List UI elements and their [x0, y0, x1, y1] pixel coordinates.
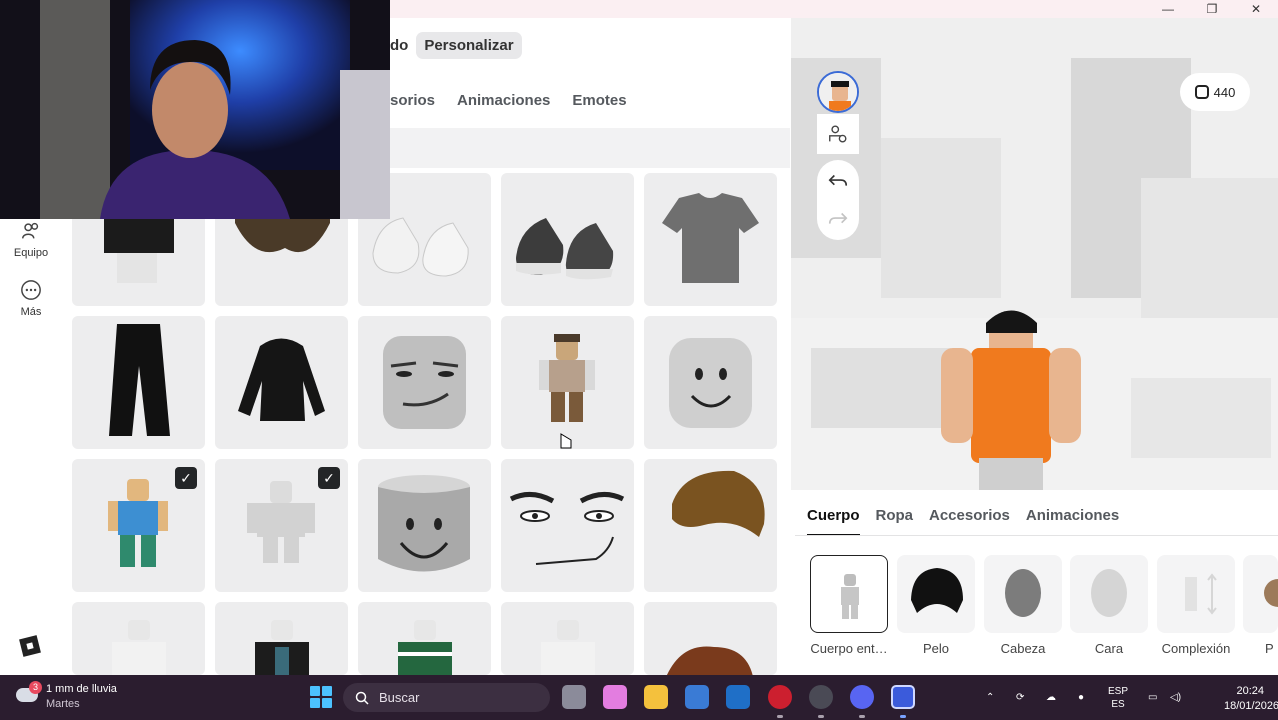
outfit-icon	[22, 222, 39, 239]
notification-badge: 3	[29, 681, 42, 694]
clock[interactable]: 20:24 18/01/2026	[1224, 684, 1278, 714]
item-black-pants[interactable]	[72, 316, 205, 449]
subcategory-bar	[390, 128, 790, 168]
checkmark-icon[interactable]: ✓	[175, 467, 197, 489]
body-item-pelo[interactable]	[897, 555, 975, 633]
microphone-icon[interactable]: ●	[1078, 675, 1084, 720]
tab-divider	[795, 535, 1278, 536]
store-icon[interactable]	[685, 685, 709, 709]
avatar-headshot[interactable]	[817, 71, 859, 113]
undo-redo-group	[817, 160, 859, 240]
body-item-cabeza[interactable]	[984, 555, 1062, 633]
item-white-avatar-1[interactable]	[72, 602, 205, 675]
item-man-face[interactable]	[501, 459, 634, 592]
search-placeholder: Buscar	[379, 690, 420, 705]
tab-animaciones[interactable]: Animaciones	[1026, 507, 1119, 536]
body-item-label: P	[1265, 641, 1274, 656]
robux-amount: 440	[1213, 84, 1236, 100]
robux-balance[interactable]: 440	[1180, 73, 1250, 111]
redo-icon[interactable]	[827, 208, 849, 230]
item-brown-hair[interactable]	[644, 459, 777, 592]
language-code: ESP	[1108, 685, 1129, 697]
clock-date: 18/01/2026	[1224, 700, 1278, 712]
sidebar-item-label: Equipo	[13, 247, 49, 259]
obs-icon[interactable]	[809, 685, 833, 709]
close-button[interactable]: ✕	[1234, 0, 1278, 18]
windows-taskbar: 3 1 mm de lluvia Martes Buscar ⌃ ⟳ ☁ ● E…	[0, 675, 1278, 720]
item-black-jacket-avatar[interactable]	[215, 602, 348, 675]
keyboard-layout: ES	[1111, 698, 1125, 710]
running-indicator	[859, 715, 865, 718]
undo-icon[interactable]	[827, 170, 849, 192]
mouse-cursor-icon	[560, 433, 572, 449]
running-indicator	[818, 715, 824, 718]
task-view-icon[interactable]	[562, 685, 586, 709]
item-avatar-gray-outfit[interactable]: ✓	[215, 459, 348, 592]
item-white-avatar-2[interactable]	[501, 602, 634, 675]
weather-day: Martes	[46, 698, 80, 710]
file-explorer-icon[interactable]	[644, 685, 668, 709]
webcam-overlay	[0, 0, 390, 219]
category-tabs: sorios Animaciones Emotes	[390, 72, 790, 128]
more-icon	[21, 280, 41, 300]
search-box[interactable]: Buscar	[343, 683, 550, 712]
body-item-label: Cara	[1094, 641, 1124, 656]
weather-text: 1 mm de lluvia	[46, 683, 117, 695]
restore-button[interactable]: ❐	[1190, 0, 1234, 18]
item-smile-head[interactable]	[644, 316, 777, 449]
tab-cuerpo[interactable]: Cuerpo	[807, 507, 860, 536]
roblox-app-icon[interactable]	[891, 685, 915, 709]
body-item-cuerpo-entero[interactable]	[810, 555, 888, 633]
search-icon	[355, 691, 369, 705]
robux-icon	[1194, 85, 1209, 99]
sidebar-item-label: Más	[20, 306, 42, 318]
avatar-settings-button[interactable]	[817, 114, 859, 154]
item-cylinder-head[interactable]	[358, 459, 491, 592]
running-indicator	[777, 715, 783, 718]
start-button[interactable]	[310, 686, 332, 708]
tab-accesorios[interactable]: Accesorios	[929, 507, 1010, 536]
language-indicator[interactable]: ESP ES	[1108, 675, 1128, 720]
tab-accesorios[interactable]: sorios	[390, 92, 435, 109]
item-green-jersey-avatar[interactable]	[358, 602, 491, 675]
item-gray-tshirt[interactable]	[644, 173, 777, 306]
item-red-hair[interactable]	[644, 602, 777, 675]
tab-ropa[interactable]: Ropa	[876, 507, 914, 536]
sidebar-item-mas[interactable]: Más	[0, 279, 62, 318]
window-controls: — ❐ ✕	[1146, 0, 1278, 18]
tab-cut[interactable]: do	[390, 32, 416, 59]
clock-time: 20:24	[1236, 685, 1264, 697]
discord-icon[interactable]	[850, 685, 874, 709]
outlook-icon[interactable]	[726, 685, 750, 709]
body-item-partial[interactable]	[1243, 555, 1278, 633]
body-panel-tabs: Cuerpo Ropa Accesorios Animaciones	[807, 507, 1135, 536]
sync-icon[interactable]: ⟳	[1016, 675, 1024, 720]
avatar-settings-icon	[829, 125, 847, 143]
main-tabs: do Personalizar	[390, 31, 522, 59]
volume-icon[interactable]: ◁)	[1170, 675, 1181, 720]
body-item-label: Complexión	[1161, 641, 1231, 656]
tray-chevron-icon[interactable]: ⌃	[986, 675, 994, 720]
item-avatar-brown-outfit[interactable]	[501, 316, 634, 449]
minimize-button[interactable]: —	[1146, 0, 1190, 18]
opera-icon[interactable]	[768, 685, 792, 709]
copilot-icon[interactable]	[603, 685, 627, 709]
tab-emotes[interactable]: Emotes	[572, 92, 626, 109]
item-avatar-blue-outfit[interactable]: ✓	[72, 459, 205, 592]
network-icon[interactable]: ▭	[1148, 675, 1157, 720]
body-item-complexion[interactable]	[1157, 555, 1235, 633]
tab-personalizar[interactable]: Personalizar	[416, 31, 522, 59]
item-black-jacket[interactable]	[215, 316, 348, 449]
tab-animaciones[interactable]: Animaciones	[457, 92, 550, 109]
checkmark-icon[interactable]: ✓	[318, 467, 340, 489]
item-man-face-head[interactable]	[358, 316, 491, 449]
running-indicator	[900, 715, 906, 718]
cloud-icon[interactable]: ☁	[1046, 675, 1056, 720]
body-item-cara[interactable]	[1070, 555, 1148, 633]
item-gray-sneakers[interactable]	[501, 173, 634, 306]
body-item-label: Pelo	[922, 641, 950, 656]
sidebar-item-equipo[interactable]: Equipo	[0, 220, 62, 259]
body-item-label: Cabeza	[1000, 641, 1046, 656]
body-item-label: Cuerpo ent…	[810, 641, 888, 656]
